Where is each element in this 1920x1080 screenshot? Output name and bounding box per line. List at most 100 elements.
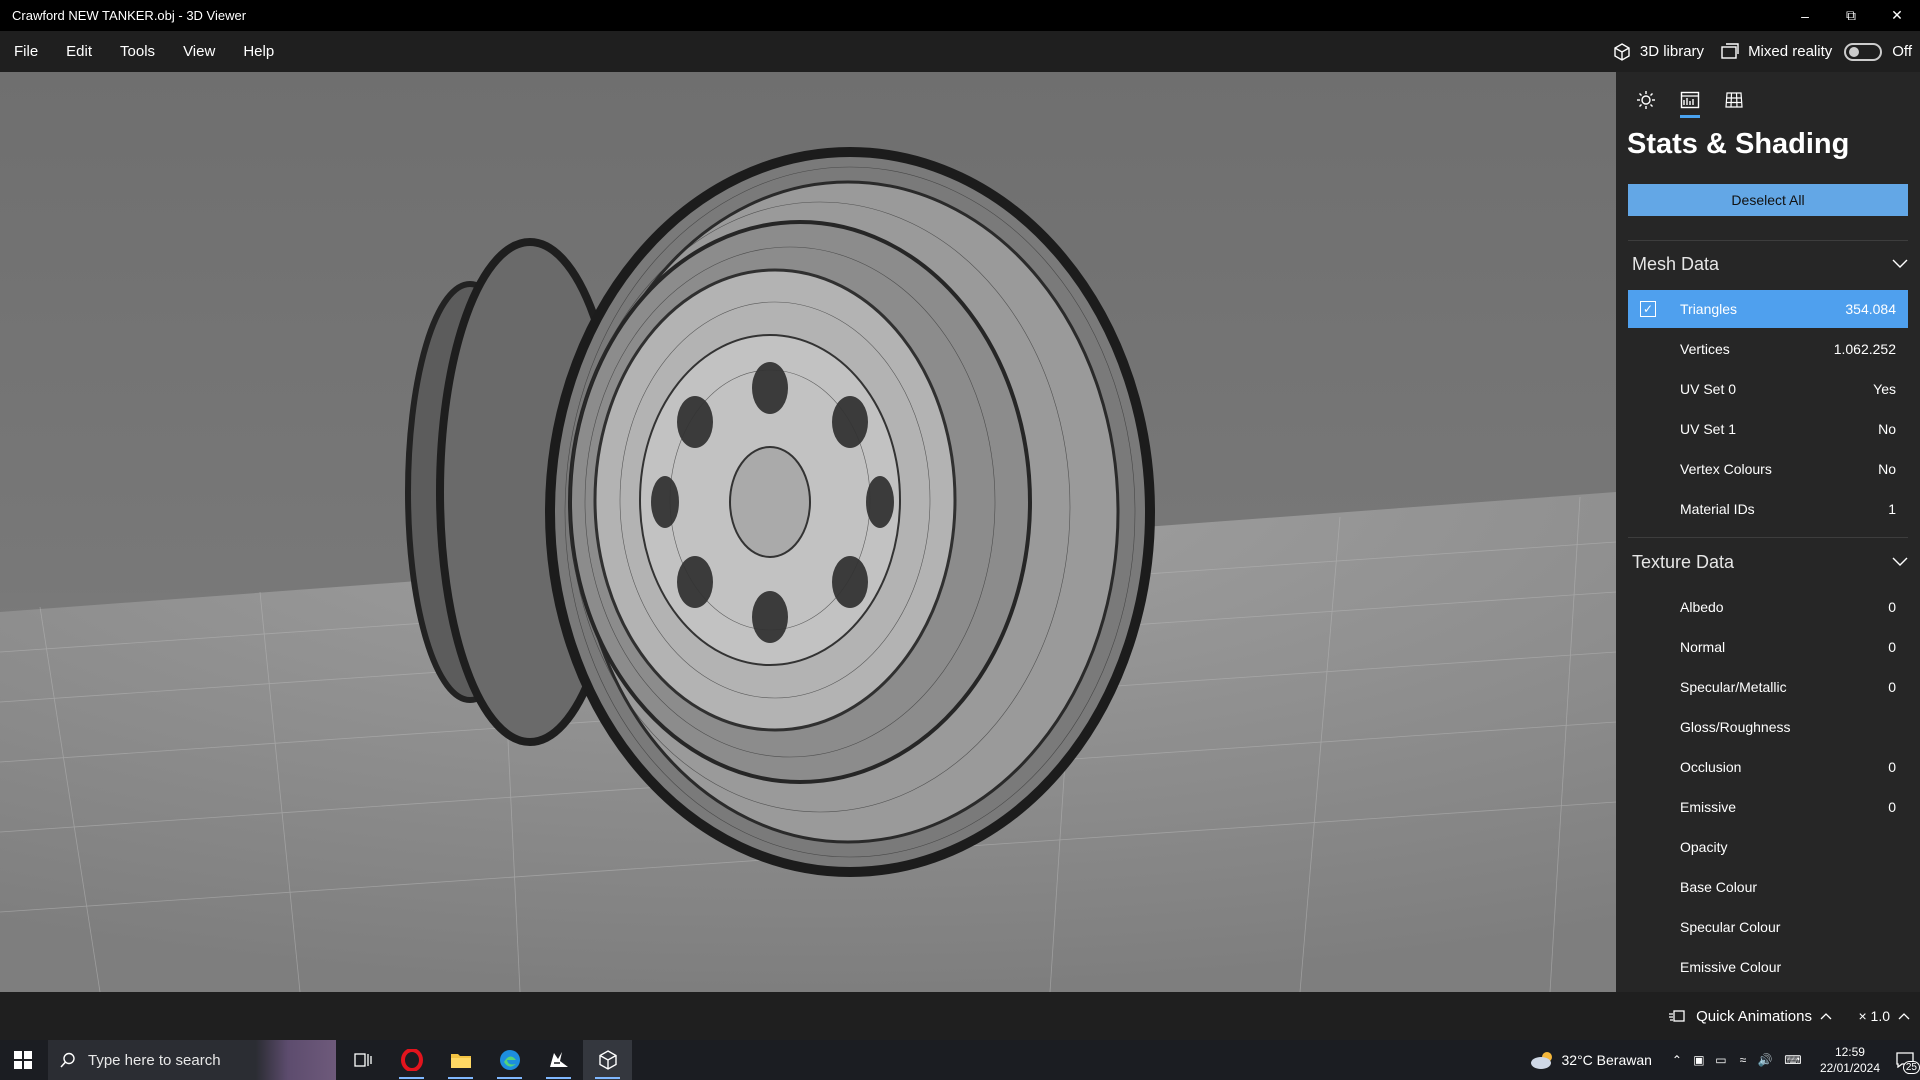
taskbar-apps xyxy=(338,1040,632,1080)
stats-panel: Stats & Shading Deselect All Mesh Data ✓… xyxy=(1616,72,1920,992)
texture-row-emissive[interactable]: Emissive 0 xyxy=(1628,788,1908,826)
texture-row-specular-colour[interactable]: Specular Colour xyxy=(1628,908,1908,946)
animation-icon xyxy=(1669,1010,1685,1022)
mesh-row-vertices[interactable]: Vertices 1.062.252 xyxy=(1628,330,1908,368)
menu-right: 3D library Mixed reality Off xyxy=(1612,31,1920,72)
mesh-row-material-ids[interactable]: Material IDs 1 xyxy=(1628,490,1908,528)
task-view-button[interactable] xyxy=(338,1040,387,1080)
notification-center-button[interactable]: 25 xyxy=(1890,1040,1920,1080)
row-label: Emissive Colour xyxy=(1680,959,1782,975)
checkbox[interactable]: ✓ xyxy=(1640,301,1656,317)
animation-speed-button[interactable]: × 1.0 xyxy=(1858,992,1910,1040)
texture-row-opacity[interactable]: Opacity xyxy=(1628,828,1908,866)
texture-data-header[interactable]: Texture Data xyxy=(1632,547,1908,577)
viewport-scene xyxy=(0,147,1616,992)
row-label: Vertex Colours xyxy=(1680,461,1772,477)
weather-widget[interactable]: 32°C Berawan xyxy=(1530,1050,1652,1070)
mixed-reality-icon xyxy=(1721,42,1739,59)
row-label: Specular/Metallic xyxy=(1680,679,1787,695)
chevron-up-icon[interactable]: ⌃ xyxy=(1666,1040,1688,1080)
texture-row-gloss-roughness[interactable]: Gloss/Roughness xyxy=(1628,708,1908,746)
rhino-app[interactable] xyxy=(534,1040,583,1080)
tab-stats[interactable] xyxy=(1668,82,1712,118)
mesh-row-triangles[interactable]: ✓ Triangles 354.084 xyxy=(1628,290,1908,328)
file-explorer-app[interactable] xyxy=(436,1040,485,1080)
wifi-icon[interactable]: ≈ xyxy=(1732,1040,1754,1080)
chevron-down-icon xyxy=(1892,557,1908,566)
row-label: Albedo xyxy=(1680,599,1724,615)
row-value: No xyxy=(1878,421,1896,437)
row-value: No xyxy=(1878,461,1896,477)
3d-library-label: 3D library xyxy=(1639,43,1705,60)
tab-grid[interactable] xyxy=(1712,82,1756,118)
row-label: Occlusion xyxy=(1680,759,1742,775)
clock[interactable]: 12:59 22/01/2024 xyxy=(1820,1044,1880,1076)
row-value: Yes xyxy=(1873,381,1896,397)
mesh-row-vertex-colours[interactable]: Vertex Colours No xyxy=(1628,450,1908,488)
chevron-up-icon xyxy=(1820,1013,1832,1020)
divider xyxy=(1628,537,1908,538)
grid-icon xyxy=(1725,92,1743,108)
3d-viewer-app[interactable] xyxy=(583,1040,632,1080)
minimize-button[interactable]: – xyxy=(1782,0,1828,31)
chevron-up-icon xyxy=(1898,1013,1910,1020)
volume-icon[interactable]: 🔊 xyxy=(1754,1040,1776,1080)
tab-lighting[interactable] xyxy=(1624,82,1668,118)
menu-help[interactable]: Help xyxy=(229,43,288,60)
mixed-reality-label: Mixed reality xyxy=(1748,43,1833,60)
keyboard-icon[interactable]: ⌨ xyxy=(1776,1040,1810,1080)
menu-view[interactable]: View xyxy=(169,43,229,60)
close-button[interactable]: ✕ xyxy=(1874,0,1920,31)
texture-row-albedo[interactable]: Albedo 0 xyxy=(1628,588,1908,626)
row-value: 1.062.252 xyxy=(1833,341,1896,357)
menu-file[interactable]: File xyxy=(0,43,52,60)
mesh-row-uv-set-0[interactable]: UV Set 0 Yes xyxy=(1628,370,1908,408)
start-button[interactable] xyxy=(0,1040,46,1080)
title-bar: Crawford NEW TANKER.obj - 3D Viewer – ⧉ … xyxy=(0,0,1920,31)
window-controls: – ⧉ ✕ xyxy=(1782,0,1920,31)
texture-row-specular-metallic[interactable]: Specular/Metallic 0 xyxy=(1628,668,1908,706)
panel-title: Stats & Shading xyxy=(1627,128,1850,160)
3d-viewport[interactable] xyxy=(0,72,1616,992)
row-label: UV Set 0 xyxy=(1680,381,1737,397)
status-bar: Quick Animations × 1.0 xyxy=(0,992,1920,1040)
quick-animations-button[interactable]: Quick Animations xyxy=(1668,992,1832,1040)
menu-tools[interactable]: Tools xyxy=(106,43,169,60)
search-placeholder: Type here to search xyxy=(88,1051,221,1069)
battery-icon[interactable]: ▭ xyxy=(1710,1040,1732,1080)
notification-count: 25 xyxy=(1902,1061,1920,1074)
menu-edit[interactable]: Edit xyxy=(52,43,106,60)
window-title: Crawford NEW TANKER.obj - 3D Viewer xyxy=(12,8,247,23)
stats-icon xyxy=(1680,91,1700,109)
texture-row-base-colour[interactable]: Base Colour xyxy=(1628,868,1908,906)
mixed-reality-toggle[interactable] xyxy=(1844,42,1883,61)
taskbar: Type here to search 32°C Berawan ⌃ ▣ ▭ ≈ xyxy=(0,1040,1920,1080)
opera-app[interactable] xyxy=(387,1040,436,1080)
animation-speed-value: × 1.0 xyxy=(1858,1008,1890,1024)
restore-button[interactable]: ⧉ xyxy=(1828,0,1874,31)
cloud-sun-icon xyxy=(1530,1052,1552,1069)
deselect-all-button[interactable]: Deselect All xyxy=(1628,184,1908,216)
network-display-icon[interactable]: ▣ xyxy=(1688,1040,1710,1080)
system-tray: 32°C Berawan ⌃ ▣ ▭ ≈ 🔊 ⌨ 12:59 22/01/202… xyxy=(1530,1040,1920,1080)
search-icon xyxy=(60,1052,75,1068)
mesh-data-title: Mesh Data xyxy=(1632,253,1720,274)
row-value: 354.084 xyxy=(1845,301,1896,317)
edge-app[interactable] xyxy=(485,1040,534,1080)
mesh-row-uv-set-1[interactable]: UV Set 1 No xyxy=(1628,410,1908,448)
3d-library-button[interactable]: 3D library xyxy=(1612,42,1704,62)
texture-data-title: Texture Data xyxy=(1632,551,1735,572)
quick-animations-label: Quick Animations xyxy=(1696,1007,1812,1025)
mixed-reality-state: Off xyxy=(1892,43,1912,60)
clock-time: 12:59 xyxy=(1834,1045,1865,1059)
texture-row-emissive-colour[interactable]: Emissive Colour xyxy=(1628,948,1908,986)
taskbar-search[interactable]: Type here to search xyxy=(48,1040,336,1080)
texture-row-occlusion[interactable]: Occlusion 0 xyxy=(1628,748,1908,786)
cube-icon xyxy=(1614,42,1630,61)
row-value: 0 xyxy=(1888,599,1896,615)
row-label: Emissive xyxy=(1680,799,1737,815)
texture-row-normal[interactable]: Normal 0 xyxy=(1628,628,1908,666)
opera-icon xyxy=(400,1049,423,1071)
mesh-data-header[interactable]: Mesh Data xyxy=(1632,249,1908,279)
mixed-reality-button[interactable]: Mixed reality xyxy=(1720,42,1832,62)
